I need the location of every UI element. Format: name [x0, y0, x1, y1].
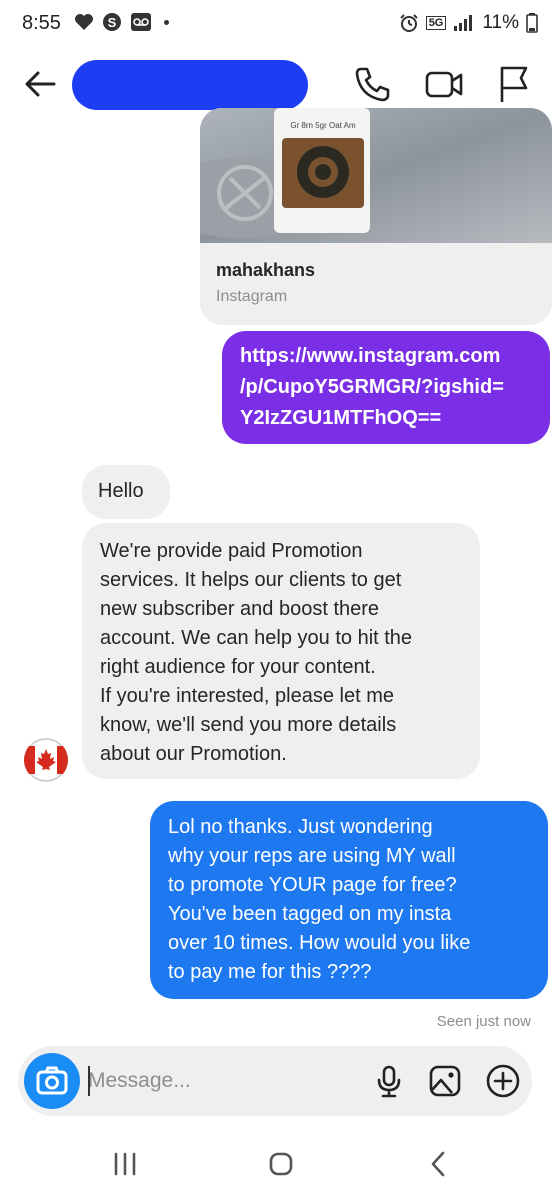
message-line: You've been tagged on my insta	[168, 903, 452, 925]
phone-icon	[355, 67, 390, 102]
report-button[interactable]	[492, 62, 536, 106]
battery-icon	[526, 13, 538, 33]
message-line: know, we'll send you more details	[100, 714, 397, 736]
back-button[interactable]	[20, 62, 64, 106]
message-line: why your reps are using MY wall	[168, 845, 456, 867]
notification-icons: S	[74, 12, 169, 32]
camera-icon	[36, 1066, 68, 1095]
voice-call-button[interactable]	[350, 62, 394, 106]
microphone-icon	[377, 1065, 401, 1098]
svg-text:S: S	[108, 15, 117, 30]
recents-button[interactable]	[100, 1142, 150, 1186]
contact-name-redaction	[72, 60, 308, 110]
message-line: If you're interested, please let me	[100, 685, 394, 707]
link-line: /p/CupoY5GRMGR/?igshid=	[240, 376, 504, 398]
shared-post-username[interactable]: mahakhans	[216, 260, 315, 281]
cup-label-text: Gr 8rn 5gr Oat Am	[290, 121, 356, 130]
add-icon	[486, 1064, 520, 1098]
link-line: https://www.instagram.com	[240, 345, 501, 367]
system-back-button[interactable]	[414, 1142, 464, 1186]
system-icons: 5G 11%	[399, 12, 538, 34]
nav-back-icon	[431, 1151, 445, 1177]
voice-message-button[interactable]	[370, 1062, 408, 1100]
shared-post-card[interactable]: Gr 8rn 5gr Oat Am mahakhans Instagram	[200, 108, 552, 325]
alarm-icon	[399, 14, 418, 32]
back-arrow-icon	[25, 71, 56, 97]
canada-flag-icon	[24, 738, 68, 782]
message-line: to pay me for this ????	[168, 961, 372, 983]
seen-status: Seen just now	[436, 1013, 531, 1030]
text-cursor	[88, 1066, 90, 1096]
message-line: to promote YOUR page for free?	[168, 874, 457, 896]
signal-icon	[454, 15, 473, 31]
camera-button[interactable]	[24, 1053, 80, 1109]
sent-link-message[interactable]: https://www.instagram.com /p/CupoY5GRMGR…	[222, 331, 550, 444]
coffee-cup-photo: Gr 8rn 5gr Oat Am	[200, 108, 370, 238]
voicemail-icon	[131, 13, 151, 31]
battery-percent: 11%	[482, 12, 519, 33]
system-navigation-bar	[0, 1124, 560, 1200]
message-line: right audience for your content.	[100, 656, 376, 678]
video-call-button[interactable]	[422, 62, 466, 106]
gallery-button[interactable]	[426, 1062, 464, 1100]
message-line: new subscriber and boost there	[100, 598, 380, 620]
video-icon	[425, 71, 463, 98]
home-button[interactable]	[256, 1142, 306, 1186]
skype-icon: S	[103, 13, 121, 31]
message-composer	[18, 1046, 532, 1116]
message-line: account. We can help you to hit the	[100, 627, 413, 649]
message-line: Lol no thanks. Just wondering	[168, 816, 433, 838]
link-line: Y2IzZGU1MTFhOQ==	[240, 407, 442, 429]
flag-icon	[500, 66, 528, 102]
message-line: over 10 times. How would you like	[168, 932, 471, 954]
shared-post-source: Instagram	[216, 288, 288, 305]
recents-icon	[114, 1152, 136, 1176]
received-message-pitch[interactable]: We're provide paid Promotion services. I…	[82, 523, 480, 779]
gallery-icon	[429, 1065, 461, 1097]
home-icon	[269, 1152, 293, 1176]
message-text: Hello	[98, 480, 144, 502]
status-bar: 8:55 S 5G 11%	[0, 0, 560, 48]
message-line: We're provide paid Promotion	[100, 540, 363, 562]
add-media-button[interactable]	[484, 1062, 522, 1100]
status-time: 8:55	[22, 12, 61, 34]
message-line: services. It helps our clients to get	[100, 569, 402, 591]
message-line: about our Promotion.	[100, 743, 287, 765]
sender-avatar[interactable]	[24, 738, 68, 782]
heart-icon	[75, 14, 93, 30]
more-notifications-dot	[164, 19, 169, 25]
sent-reply-message[interactable]: Lol no thanks. Just wondering why your r…	[150, 801, 548, 999]
network-type: 5G	[425, 16, 447, 30]
shared-post-image: Gr 8rn 5gr Oat Am	[200, 108, 552, 243]
message-input[interactable]	[88, 1065, 328, 1097]
received-message-hello[interactable]: Hello	[82, 465, 170, 519]
